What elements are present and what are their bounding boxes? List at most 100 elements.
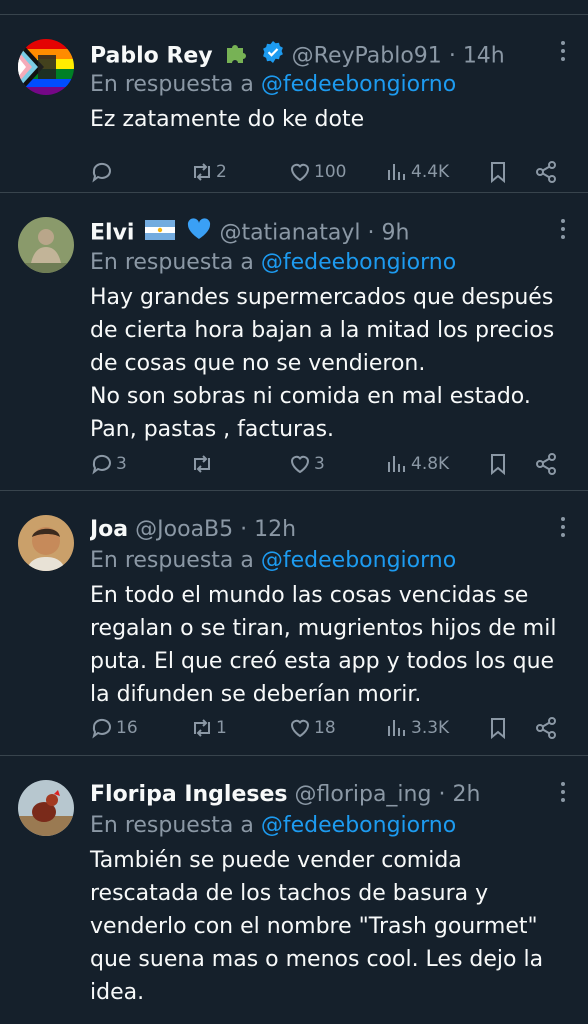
reply-context: En respuesta a @fedeebongiorno — [90, 545, 568, 577]
like-count: 18 — [314, 718, 336, 738]
share-button[interactable] — [534, 449, 558, 479]
avatar[interactable] — [18, 780, 74, 836]
like-button[interactable]: 100 — [288, 157, 346, 187]
like-count: 3 — [314, 454, 325, 474]
reply-mention[interactable]: @fedeebongiorno — [261, 548, 456, 573]
retweet-icon — [194, 163, 210, 181]
bookmark-button[interactable] — [486, 713, 510, 743]
verified-icon[interactable] — [261, 40, 285, 69]
retweet-icon — [194, 455, 210, 473]
user-handle[interactable]: @tatianatayl — [219, 221, 360, 246]
views-count: 4.8K — [411, 454, 450, 474]
separator-dot: · — [240, 517, 248, 542]
views-icon — [388, 164, 405, 180]
heart-icon — [290, 455, 310, 474]
tweet[interactable]: Pablo Rey @ReyPablo91 · 14h En respuesta… — [0, 15, 588, 193]
retweet-count: 2 — [216, 162, 227, 182]
retweet-button[interactable] — [190, 449, 216, 479]
reply-count: 16 — [116, 718, 138, 738]
bookmark-button[interactable] — [486, 449, 510, 479]
tweet[interactable]: Floripa Ingleses @floripa_ing · 2h En re… — [0, 756, 588, 1024]
reply-mention[interactable]: @fedeebongiorno — [261, 813, 456, 838]
retweet-button[interactable]: 1 — [190, 713, 227, 743]
views-count: 3.3K — [411, 718, 450, 738]
more-options-icon[interactable] — [560, 41, 566, 65]
reply-prefix: En respuesta a — [90, 72, 254, 97]
user-handle[interactable]: @ReyPablo91 — [292, 44, 442, 69]
separator-dot: · — [367, 220, 375, 246]
more-options-icon[interactable] — [560, 782, 566, 806]
tweet-header: Floripa Ingleses @floripa_ing · 2h — [90, 756, 568, 810]
bookmark-button[interactable] — [486, 157, 510, 187]
blue-heart-icon — [186, 217, 212, 247]
retweet-button[interactable]: 2 — [190, 157, 227, 187]
more-options-icon[interactable] — [560, 219, 566, 243]
separator-dot: · — [448, 43, 456, 69]
tweet-header: Pablo Rey @ReyPablo91 · 14h — [90, 15, 568, 69]
reply-context: En respuesta a @fedeebongiorno — [90, 810, 568, 842]
reply-button[interactable]: 16 — [90, 713, 138, 743]
reply-prefix: En respuesta a — [90, 250, 254, 275]
bookmark-icon — [491, 454, 505, 476]
avatar[interactable] — [18, 217, 74, 273]
reply-button[interactable] — [90, 157, 116, 187]
reply-icon — [92, 162, 111, 183]
views-button[interactable]: 4.4K — [385, 157, 449, 187]
reply-prefix: En respuesta a — [90, 813, 254, 838]
like-button[interactable]: 18 — [288, 713, 336, 743]
display-name[interactable]: Pablo Rey — [90, 44, 213, 69]
reply-mention[interactable]: @fedeebongiorno — [261, 72, 456, 97]
more-options-icon[interactable] — [560, 517, 566, 541]
timestamp[interactable]: 2h — [452, 782, 480, 807]
reply-prefix: En respuesta a — [90, 548, 254, 573]
avatar[interactable] — [18, 515, 74, 571]
timestamp[interactable]: 9h — [381, 221, 409, 246]
reply-icon — [92, 454, 111, 475]
reply-mention[interactable]: @fedeebongiorno — [261, 250, 456, 275]
tweet[interactable]: Elvi @tatianatayl · 9h En respuesta a @f… — [0, 193, 588, 491]
display-name[interactable]: Elvi — [90, 221, 134, 246]
separator-dot: · — [438, 782, 446, 807]
display-name[interactable]: Joa — [90, 517, 128, 542]
tweet-header: Joa @JooaB5 · 12h — [90, 491, 568, 545]
share-button[interactable] — [534, 157, 558, 187]
tweet[interactable]: Joa @JooaB5 · 12h En respuesta a @fedeeb… — [0, 491, 588, 756]
views-button[interactable]: 3.3K — [385, 713, 449, 743]
reply-button[interactable]: 3 — [90, 449, 127, 479]
user-handle[interactable]: @floripa_ing — [295, 782, 432, 807]
tweet-text: Ez zatamente do ke dote — [90, 107, 365, 132]
share-icon — [536, 717, 556, 739]
like-count: 100 — [314, 162, 347, 182]
action-bar: 3 3 4.8K — [90, 449, 568, 479]
reply-icon — [92, 718, 111, 739]
action-bar: 16 1 18 3.3K — [90, 713, 568, 743]
reply-count: 3 — [116, 454, 127, 474]
reply-context: En respuesta a @fedeebongiorno — [90, 69, 568, 101]
top-divider — [0, 0, 588, 15]
timestamp[interactable]: 12h — [254, 517, 296, 542]
heart-icon — [290, 719, 310, 738]
user-handle[interactable]: @JooaB5 — [135, 517, 233, 542]
avatar[interactable] — [18, 39, 74, 95]
tweet-text: También se puede vender comida rescatada… — [90, 848, 544, 1005]
timestamp[interactable]: 14h — [463, 44, 505, 69]
bookmark-icon — [491, 162, 505, 184]
like-button[interactable]: 3 — [288, 449, 325, 479]
heart-icon — [290, 163, 310, 182]
retweet-icon — [194, 719, 210, 737]
tweet-header: Elvi @tatianatayl · 9h — [90, 193, 568, 247]
views-count: 4.4K — [411, 162, 450, 182]
bookmark-icon — [491, 718, 505, 740]
action-bar: 2 100 4.4K — [90, 157, 568, 187]
views-button[interactable]: 4.8K — [385, 449, 449, 479]
share-icon — [536, 453, 556, 475]
retweet-count: 1 — [216, 718, 227, 738]
display-name[interactable]: Floripa Ingleses — [90, 782, 288, 807]
views-icon — [388, 720, 405, 736]
tweet-text: En todo el mundo las cosas vencidas se r… — [90, 583, 557, 707]
tweet-text: Hay grandes supermercados que después de… — [90, 285, 555, 442]
share-button[interactable] — [534, 713, 558, 743]
puzzle-icon — [224, 39, 250, 69]
argentina-flag-icon — [145, 219, 176, 248]
share-icon — [536, 161, 556, 183]
